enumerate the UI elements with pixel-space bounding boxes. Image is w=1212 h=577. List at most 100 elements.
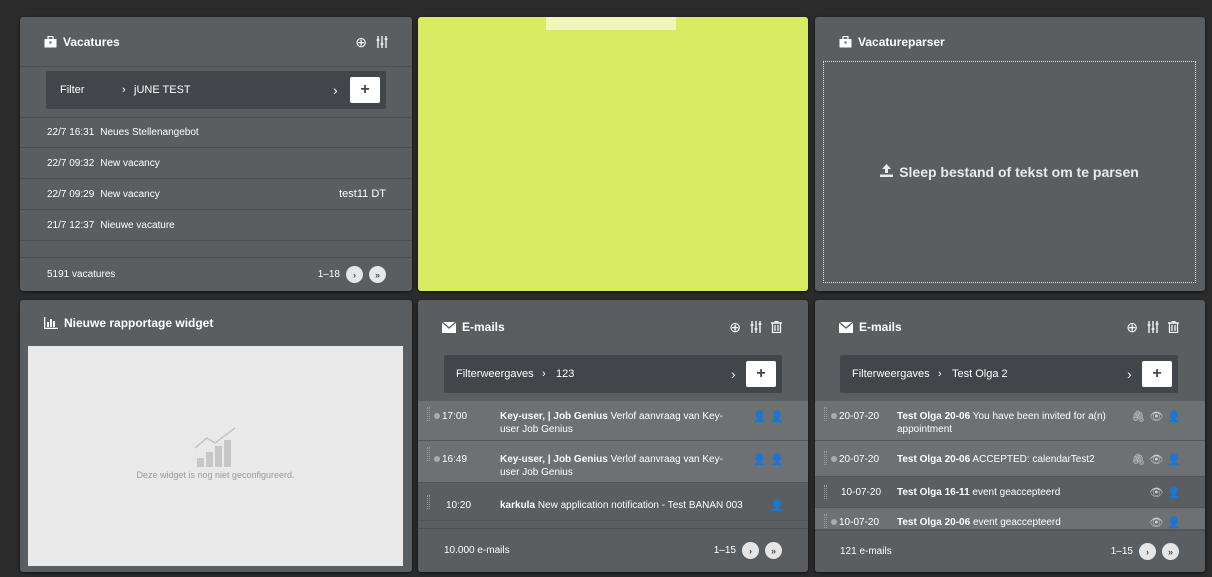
briefcase-icon: [44, 35, 57, 48]
sticky-note-widget: [418, 17, 808, 291]
email-icons: 👁 👤: [1149, 486, 1181, 499]
pagination: 1–18 › »: [318, 266, 386, 283]
email-row[interactable]: 16:49 Key-user, | Job Genius Verlof aanv…: [418, 441, 808, 483]
emails-footer: 121 e-mails 1–15 › »: [815, 530, 1205, 572]
last-page-icon[interactable]: »: [1162, 543, 1179, 560]
unread-dot-icon: [434, 456, 440, 462]
filter-value[interactable]: Test Olga 2: [952, 368, 1008, 380]
email-row[interactable]: 10:20 karkula New application notificati…: [418, 483, 808, 521]
trash-icon[interactable]: [771, 321, 782, 333]
emails-title: E-mails: [462, 320, 505, 334]
email-text: Test Olga 20-06 ACCEPTED: calendarTest2: [897, 453, 1127, 466]
emails-title: E-mails: [859, 320, 902, 334]
filter-value[interactable]: 123: [556, 368, 574, 380]
vacatures-filterbar[interactable]: Filter › jUNE TEST › +: [46, 71, 386, 109]
email-sender: Test Olga 20-06: [897, 411, 971, 422]
email-sender: Key-user, | Job Genius: [500, 411, 608, 422]
email-icons: 🖇 👁 👤: [1131, 410, 1181, 423]
emails-widget-2: E-mails ⊕ Filterweergaves › Test Olga 2 …: [815, 300, 1205, 572]
email-row[interactable]: 20-07-20 Test Olga 20-06 ACCEPTED: calen…: [815, 441, 1205, 477]
drag-handle-icon[interactable]: [427, 495, 430, 509]
eye-icon: 👁: [1149, 517, 1164, 529]
sliders-icon[interactable]: [1147, 321, 1159, 333]
user-icon: 👤: [770, 454, 784, 466]
drag-handle-icon[interactable]: [824, 451, 827, 465]
email-row[interactable]: 10-07-20 Test Olga 20-06 event geaccepte…: [815, 508, 1205, 530]
next-page-icon[interactable]: ›: [1139, 543, 1156, 560]
add-filter-button[interactable]: +: [1142, 361, 1172, 387]
email-text: Key-user, | Job Genius Verlof aanvraag v…: [500, 453, 740, 479]
email-text: Test Olga 16-11 event geaccepteerd: [897, 486, 1127, 499]
email-icons: 👤 👤: [753, 410, 784, 423]
unread-dot-icon: [831, 456, 837, 462]
sliders-icon[interactable]: [376, 36, 388, 48]
unread-dot-icon: [434, 413, 440, 419]
email-time: 10-07-20: [839, 517, 880, 528]
add-filter-button[interactable]: +: [350, 77, 380, 103]
add-filter-button[interactable]: +: [746, 361, 776, 387]
vacatures-footer: 5191 vacatures 1–18 › »: [20, 257, 412, 291]
unread-dot-icon: [831, 519, 837, 525]
user-icon: 👤: [1167, 487, 1181, 499]
email-sender: Test Olga 20-06: [897, 454, 971, 465]
vacature-title: New vacancy: [100, 157, 160, 169]
email-row[interactable]: 17:00 Key-user, | Job Genius Verlof aanv…: [418, 401, 808, 441]
list-item[interactable]: 22/7 09:29 New vacancy test11 DT: [20, 179, 412, 210]
user-icon: 👤: [770, 411, 784, 423]
filter-label: Filterweergaves: [456, 368, 534, 380]
trash-icon[interactable]: [1168, 321, 1179, 333]
paperclip-icon: 🖇: [1131, 454, 1146, 466]
chevron-right-icon[interactable]: ›: [731, 366, 736, 382]
dropzone-text: Sleep bestand of tekst om te parsen: [899, 164, 1139, 180]
sliders-icon[interactable]: [750, 321, 762, 333]
emails-tools: ⊕: [729, 300, 782, 354]
vacature-title: Nieuwe vacature: [100, 219, 175, 231]
last-page-icon[interactable]: »: [369, 266, 386, 283]
chevron-right-icon[interactable]: ›: [333, 82, 338, 98]
list-item[interactable]: 22/7 16:31 Neues Stellenangebot: [20, 117, 412, 148]
users-icon: 👤: [752, 411, 767, 423]
vacatures-tools: ⊕: [355, 17, 388, 67]
add-circle-icon[interactable]: ⊕: [1126, 319, 1138, 336]
email-icons: 👤 👤: [753, 453, 784, 466]
page-range: 1–15: [1110, 546, 1133, 557]
email-subject: New application notification - Test BANA…: [537, 500, 743, 511]
email-sender: Test Olga 16-11: [897, 487, 970, 498]
emails-filterbar[interactable]: Filterweergaves › 123 › +: [444, 355, 782, 393]
parser-title: Vacatureparser: [858, 35, 945, 49]
next-page-icon[interactable]: ›: [346, 266, 363, 283]
email-text: karkula New application notification - T…: [500, 499, 760, 512]
vacature-title: Neues Stellenangebot: [100, 127, 199, 138]
drag-handle-icon[interactable]: [427, 407, 430, 421]
vacatures-title: Vacatures: [63, 34, 120, 49]
drag-handle-icon[interactable]: [824, 485, 827, 499]
emails-filterbar[interactable]: Filterweergaves › Test Olga 2 › +: [840, 355, 1178, 393]
email-row[interactable]: 20-07-20 Test Olga 20-06 You have been i…: [815, 401, 1205, 441]
add-circle-icon[interactable]: ⊕: [729, 319, 741, 336]
user-icon: 👤: [1167, 454, 1181, 466]
vacatureparser-widget: Vacatureparser Sleep bestand of tekst om…: [815, 17, 1205, 291]
add-circle-icon[interactable]: ⊕: [355, 34, 367, 51]
parser-dropzone[interactable]: Sleep bestand of tekst om te parsen: [823, 61, 1196, 283]
vacature-time: 22/7 09:29: [47, 188, 95, 200]
email-time: 17:00: [442, 411, 468, 422]
drag-handle-icon[interactable]: [427, 447, 430, 461]
email-sender: Key-user, | Job Genius: [500, 454, 608, 465]
next-page-icon[interactable]: ›: [742, 542, 759, 559]
filter-value[interactable]: jUNE TEST: [134, 84, 191, 96]
drag-handle-icon[interactable]: [824, 514, 827, 528]
parser-header: Vacatureparser: [815, 17, 1205, 67]
last-page-icon[interactable]: »: [765, 542, 782, 559]
list-item[interactable]: 21/7 12:37 Nieuwe vacature: [20, 210, 412, 241]
note-tab[interactable]: [546, 17, 676, 30]
chevron-right-icon[interactable]: ›: [1127, 366, 1132, 382]
email-time: 10-07-20: [841, 487, 882, 498]
vacature-title: New vacancy: [100, 188, 160, 200]
list-item[interactable]: 22/7 09:32 New vacancy: [20, 148, 412, 179]
email-time: 16:49: [442, 454, 468, 465]
eye-icon: 👁: [1149, 411, 1164, 423]
email-row[interactable]: 10-07-20 Test Olga 16-11 event geaccepte…: [815, 477, 1205, 508]
drag-handle-icon[interactable]: [824, 407, 827, 421]
email-time: 20-07-20: [839, 454, 880, 465]
emails-count: 121 e-mails: [840, 546, 892, 557]
